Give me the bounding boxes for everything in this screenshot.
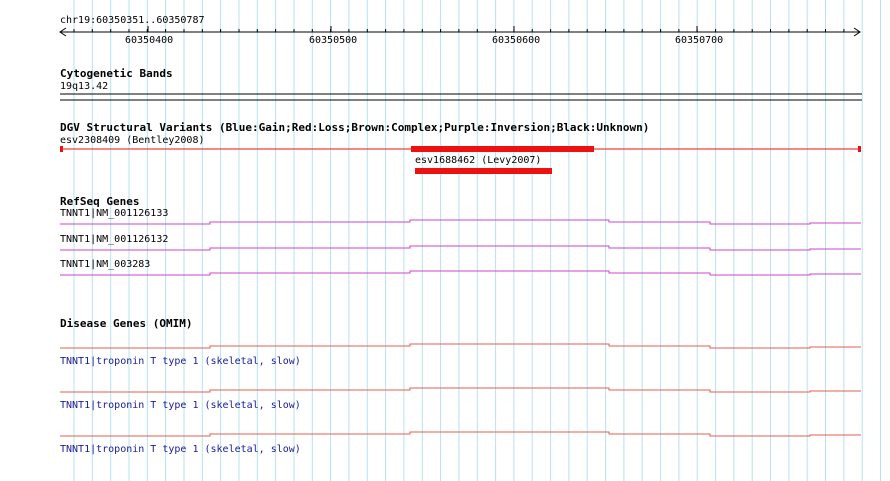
ruler-tick-label: 60350700	[675, 35, 724, 46]
dgv-variant-right-cap	[858, 146, 861, 152]
genome-browser-panel: chr19:60350351..60350787 60350400 603505…	[0, 0, 890, 481]
disease-gene-model	[60, 387, 861, 393]
disease-gene-label[interactable]: TNNT1|troponin T type 1 (skeletal, slow)	[60, 444, 301, 456]
ruler-tick-label: 60350500	[309, 35, 358, 46]
ruler	[59, 26, 861, 37]
cytoband-track-title: Cytogenetic Bands	[60, 67, 173, 80]
disease-gene-label[interactable]: TNNT1|troponin T type 1 (skeletal, slow)	[60, 400, 301, 412]
disease-gene-model	[60, 343, 861, 349]
dgv-variant-label[interactable]: esv1688462 (Levy2007)	[415, 155, 541, 167]
refseq-gene-model	[60, 219, 861, 225]
ruler-tick-label: 60350400	[125, 35, 174, 46]
disease-gene-label[interactable]: TNNT1|troponin T type 1 (skeletal, slow)	[60, 356, 301, 368]
refseq-gene-label[interactable]: TNNT1|NM_001126132	[60, 234, 168, 246]
ruler-tick-label: 60350600	[492, 35, 541, 46]
refseq-gene-models	[60, 219, 861, 276]
disease-gene-model	[60, 431, 861, 437]
refseq-gene-model	[60, 245, 861, 251]
refseq-gene-model	[60, 270, 861, 276]
dgv-variant-label[interactable]: esv2308409 (Bentley2008)	[60, 135, 205, 147]
disease-track-title: Disease Genes (OMIM)	[60, 317, 193, 330]
cytoband-label[interactable]: 19q13.42	[60, 81, 108, 93]
refseq-gene-label[interactable]: TNNT1|NM_003283	[60, 259, 150, 271]
refseq-track-title: RefSeq Genes	[60, 195, 140, 208]
dgv-variant-2-bar	[415, 168, 552, 174]
refseq-gene-label[interactable]: TNNT1|NM_001126133	[60, 208, 168, 220]
dgv-track-title: DGV Structural Variants (Blue:Gain;Red:L…	[60, 121, 650, 134]
ruler-range-label: chr19:60350351..60350787	[60, 15, 205, 26]
dgv-variant-thick-segment	[411, 146, 594, 152]
